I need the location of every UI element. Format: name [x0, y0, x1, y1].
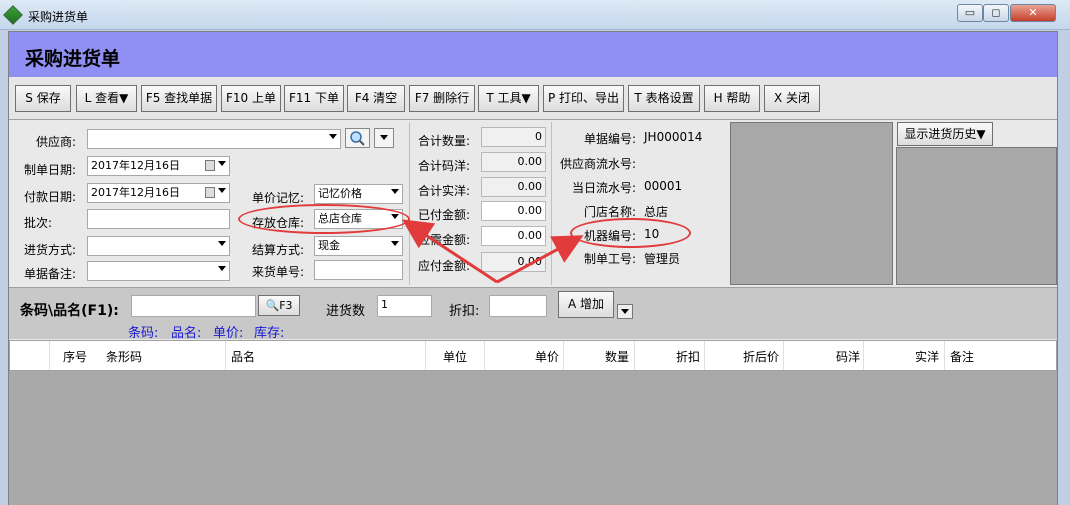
- annotation-arrows: [401, 219, 584, 284]
- annotation-arrow-to-warehouse: [401, 219, 498, 284]
- annotation-arrow-to-machine: [496, 235, 584, 284]
